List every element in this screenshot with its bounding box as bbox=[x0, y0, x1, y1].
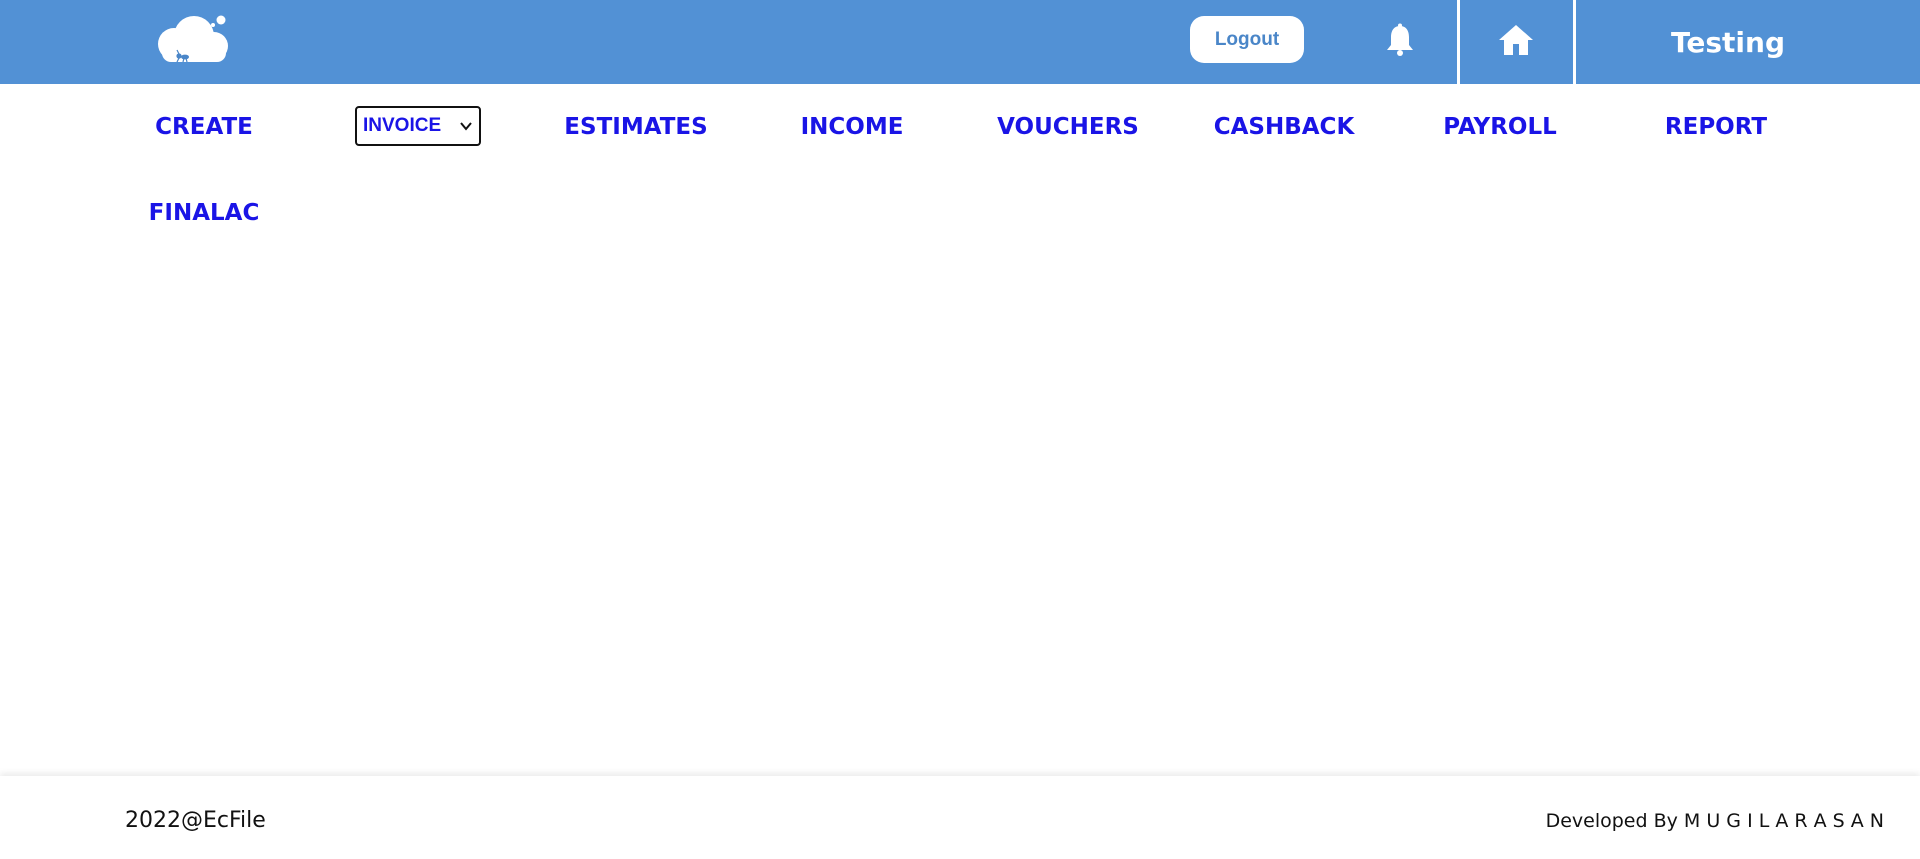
header-divider bbox=[1457, 0, 1460, 84]
developer-credit: Developed By M U G I L A R A S A N bbox=[1546, 810, 1884, 832]
nav-cashback[interactable]: CASHBACK bbox=[1214, 114, 1355, 140]
nav-create[interactable]: CREATE bbox=[155, 114, 253, 140]
logout-button[interactable]: Logout bbox=[1190, 16, 1304, 63]
nav-income[interactable]: INCOME bbox=[801, 114, 904, 140]
copyright-text: 2022@EcFile bbox=[125, 808, 266, 833]
cloud-logo-icon[interactable] bbox=[150, 14, 234, 64]
invoice-select[interactable]: INVOICE bbox=[355, 106, 481, 146]
chevron-down-icon bbox=[460, 122, 472, 131]
top-header: Logout Testing bbox=[0, 0, 1920, 84]
bell-icon[interactable] bbox=[1382, 22, 1418, 58]
invoice-select-label: INVOICE bbox=[363, 115, 442, 136]
nav-finalac[interactable]: FINALAC bbox=[149, 200, 260, 226]
developed-by-label: Developed By bbox=[1545, 810, 1678, 832]
user-name: Testing bbox=[1671, 25, 1785, 59]
developer-name: M U G I L A R A S A N bbox=[1683, 810, 1884, 832]
nav-vouchers[interactable]: VOUCHERS bbox=[997, 114, 1139, 140]
nav-payroll[interactable]: PAYROLL bbox=[1443, 114, 1557, 140]
nav-estimates[interactable]: ESTIMATES bbox=[564, 114, 707, 140]
home-icon[interactable] bbox=[1497, 22, 1535, 58]
nav-report[interactable]: REPORT bbox=[1665, 114, 1767, 140]
